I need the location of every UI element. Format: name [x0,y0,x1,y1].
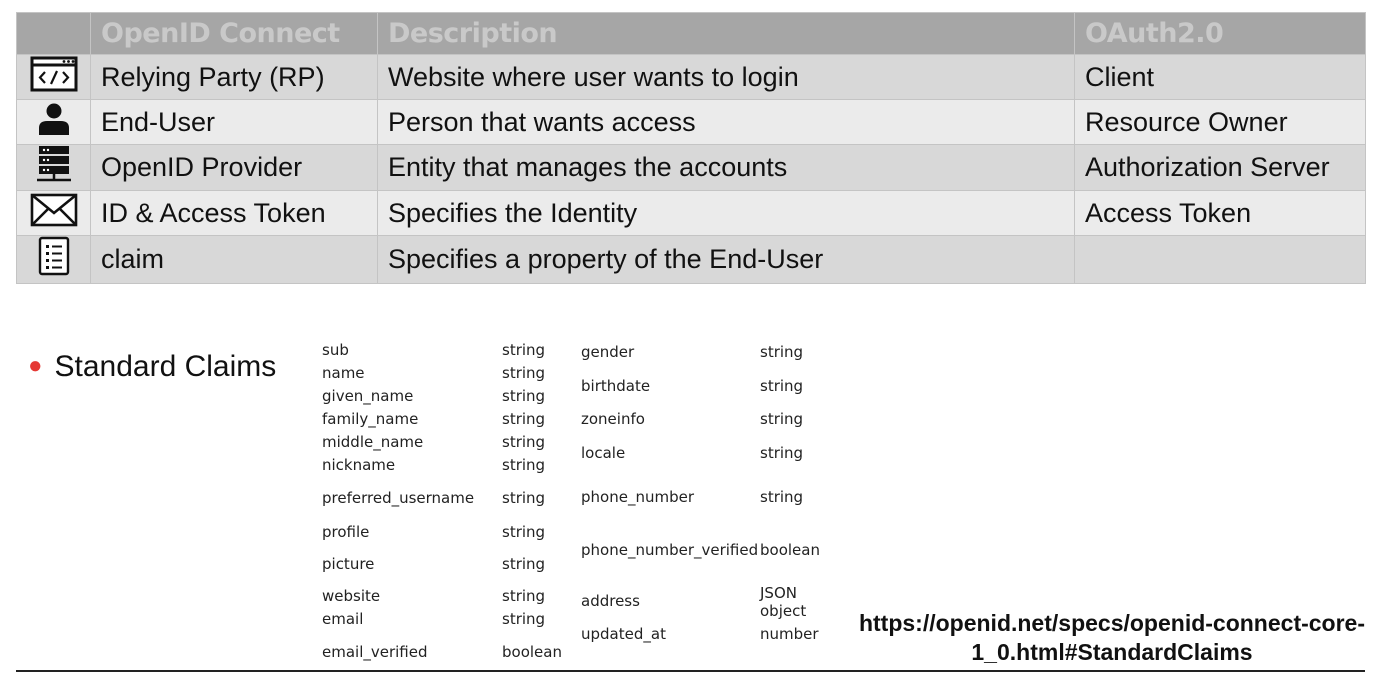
oauth-cell [1074,235,1366,284]
claim-type: string [502,387,546,405]
header-oauth2: OAuth2.0 [1074,12,1366,55]
oauth-cell: Access Token [1074,190,1366,236]
server-icon [36,146,72,190]
claim-name: phone_number_verified [581,541,759,559]
list-document-icon [38,236,70,283]
claim-type: string [760,377,804,395]
claim-name: nickname [322,456,396,474]
term-cell: End-User [90,99,378,145]
claim-name: sub [322,341,349,359]
standard-claims-heading: ● Standard Claims [28,350,277,383]
claim-type: string [502,410,546,428]
claim-type: string [502,364,546,382]
spec-url-line2: 1_0.html#StandardClaims [971,639,1253,665]
oauth-cell: Client [1074,54,1366,100]
claim-type: boolean [760,541,820,559]
claim-name: birthdate [581,377,651,395]
claim-name: phone_number [581,488,694,506]
table-row: OpenID Provider Entity that manages the … [16,144,1366,191]
footer-divider [16,670,1365,672]
claim-type: JSON object [760,584,807,620]
claim-type: string [502,341,546,359]
claim-name: website [322,587,381,605]
browser-code-icon [30,56,78,99]
claim-type: number [760,625,819,643]
spec-url-link[interactable]: https://openid.net/specs/openid-connect-… [838,609,1386,667]
claim-name: email [322,610,364,628]
description-cell: Specifies the Identity [377,190,1075,236]
user-icon [37,102,71,143]
claim-name: locale [581,444,626,462]
table-row: End-User Person that wants access Resour… [16,99,1366,145]
header-description: Description [377,12,1075,55]
openid-oauth-mapping-table: OpenID Connect Description OAuth2.0 Rely… [16,12,1366,284]
header-icon-column [16,12,91,55]
claim-name: name [322,364,365,382]
claim-name: middle_name [322,433,424,451]
oauth-cell: Resource Owner [1074,99,1366,145]
table-row: claim Specifies a property of the End-Us… [16,235,1366,284]
term-cell: claim [90,235,378,284]
term-cell: ID & Access Token [90,190,378,236]
claim-name: given_name [322,387,414,405]
claim-type: string [502,523,546,541]
header-openid-connect: OpenID Connect [90,12,378,55]
claim-type: string [502,555,546,573]
term-cell: Relying Party (RP) [90,54,378,100]
claim-type: string [502,610,546,628]
claim-type: boolean [502,643,562,661]
claim-type: string [760,410,804,428]
claim-name: updated_at [581,625,666,643]
description-cell: Person that wants access [377,99,1075,145]
table-row: Relying Party (RP) Website where user wa… [16,54,1366,100]
claim-type: string [760,488,804,506]
claim-name: zoneinfo [581,410,645,428]
description-cell: Specifies a property of the End-User [377,235,1075,284]
oauth-cell: Authorization Server [1074,144,1366,191]
description-cell: Entity that manages the accounts [377,144,1075,191]
claim-type: string [502,433,546,451]
claim-name: preferred_username [322,489,475,507]
spec-url-line1: https://openid.net/specs/openid-connect-… [858,610,1366,636]
envelope-icon [30,193,78,234]
table-header-row: OpenID Connect Description OAuth2.0 [16,12,1366,55]
term-cell: OpenID Provider [90,144,378,191]
bullet-icon: ● [28,352,43,379]
claim-type: string [760,343,804,361]
claim-name: address [581,592,640,610]
description-cell: Website where user wants to login [377,54,1075,100]
claim-type: string [502,489,546,507]
claim-type: string [760,444,804,462]
claim-name: profile [322,523,370,541]
claim-name: picture [322,555,375,573]
claim-type: string [502,587,546,605]
claim-name: gender [581,343,635,361]
table-row: ID & Access Token Specifies the Identity… [16,190,1366,236]
claim-name: family_name [322,410,419,428]
claim-type: string [502,456,546,474]
claim-name: email_verified [322,643,428,661]
